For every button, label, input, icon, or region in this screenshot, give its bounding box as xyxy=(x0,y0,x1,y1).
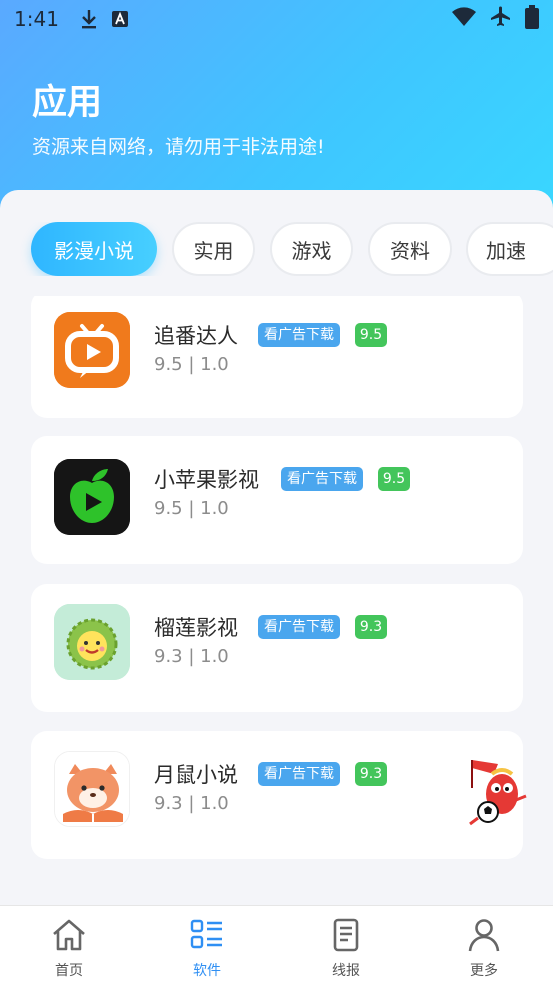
download-icon xyxy=(79,8,99,30)
battery-icon xyxy=(525,4,539,34)
ad-download-badge[interactable]: 看广告下载 xyxy=(258,762,340,786)
nav-more-label: 更多 xyxy=(470,963,498,979)
nav-more[interactable]: 更多 xyxy=(415,906,553,983)
document-icon xyxy=(326,915,366,955)
category-tabs: 影漫小说 实用 游戏 资料 加速 xyxy=(0,222,553,276)
nav-home-label: 首页 xyxy=(55,963,83,979)
hamster-book-icon xyxy=(54,751,130,827)
ad-download-badge[interactable]: 看广告下载 xyxy=(281,467,363,491)
page-title: 应用 xyxy=(32,83,103,123)
nav-home[interactable]: 首页 xyxy=(0,906,138,983)
user-icon xyxy=(464,915,504,955)
app-name: 追番达人 xyxy=(154,324,238,348)
tab-movies-comics-novels[interactable]: 影漫小说 xyxy=(31,222,157,276)
home-icon xyxy=(49,915,89,955)
airplane-icon xyxy=(489,5,513,34)
score-badge: 9.5 xyxy=(378,467,410,491)
ad-download-badge[interactable]: 看广告下载 xyxy=(258,615,340,639)
app-meta: 9.5 | 1.0 xyxy=(154,498,229,519)
app-card[interactable]: 月鼠小说 看广告下载 9.3 9.3 | 1.0 xyxy=(31,731,523,859)
status-time: 1:41 xyxy=(14,7,59,31)
wifi-icon xyxy=(451,6,477,32)
app-name: 榴莲影视 xyxy=(154,616,238,640)
app-card[interactable]: 榴莲影视 看广告下载 9.3 9.3 | 1.0 xyxy=(31,584,523,712)
a-badge-icon xyxy=(111,10,129,28)
apple-play-icon xyxy=(54,459,130,535)
app-meta: 9.3 | 1.0 xyxy=(154,646,229,667)
page-subtitle: 资源来自网络，请勿用于非法用途! xyxy=(32,136,325,158)
app-name: 月鼠小说 xyxy=(154,763,238,787)
score-badge: 9.3 xyxy=(355,615,387,639)
app-meta: 9.5 | 1.0 xyxy=(154,354,229,375)
tab-games[interactable]: 游戏 xyxy=(270,222,353,276)
nav-deals[interactable]: 线报 xyxy=(277,906,415,983)
tv-play-icon xyxy=(54,312,130,388)
tab-utilities[interactable]: 实用 xyxy=(172,222,255,276)
tab-resources[interactable]: 资料 xyxy=(368,222,452,276)
mascot-sticker-icon[interactable] xyxy=(462,754,534,832)
score-badge: 9.5 xyxy=(355,323,387,347)
tab-accelerator[interactable]: 加速 xyxy=(466,222,553,276)
app-card[interactable]: 追番达人 看广告下载 9.5 9.5 | 1.0 xyxy=(31,296,523,418)
status-bar: 1:41 xyxy=(0,0,553,38)
app-card[interactable]: 小苹果影视 看广告下载 9.5 9.5 | 1.0 xyxy=(31,436,523,564)
nav-software-label: 软件 xyxy=(193,963,221,979)
ad-download-badge[interactable]: 看广告下载 xyxy=(258,323,340,347)
durian-icon xyxy=(54,604,130,680)
app-name: 小苹果影视 xyxy=(154,468,259,492)
bottom-nav: 首页 软件 线报 更多 xyxy=(0,905,553,983)
nav-software[interactable]: 软件 xyxy=(138,906,276,983)
app-meta: 9.3 | 1.0 xyxy=(154,793,229,814)
apps-list-icon xyxy=(187,915,227,955)
nav-deals-label: 线报 xyxy=(332,963,360,979)
score-badge: 9.3 xyxy=(355,762,387,786)
